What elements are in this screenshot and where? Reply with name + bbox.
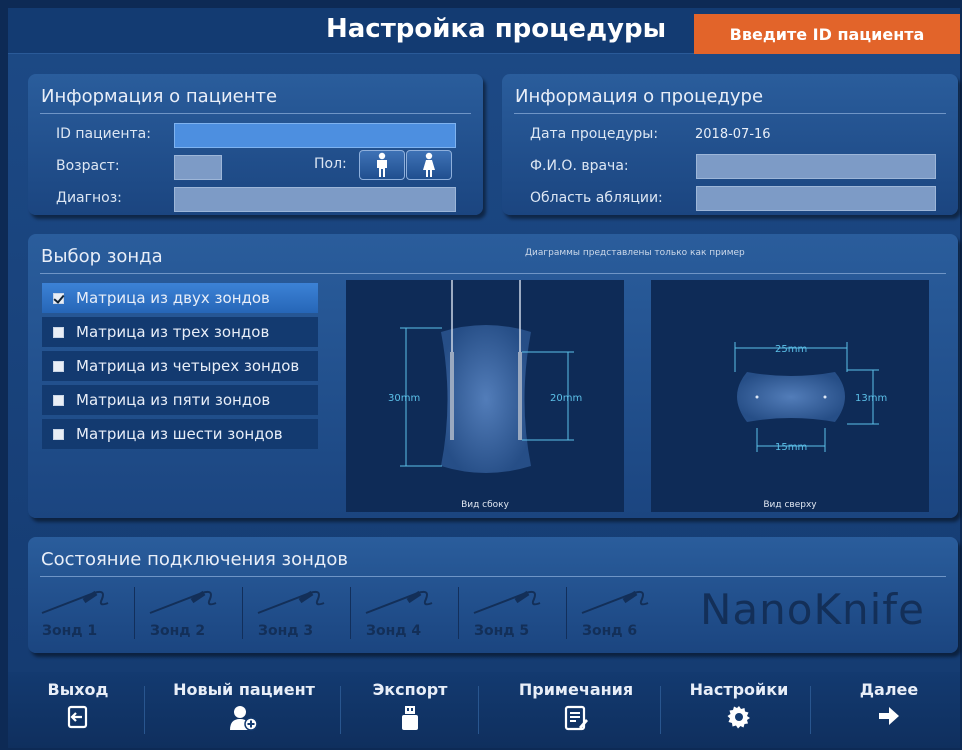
patient-info-panel: Информация о пациенте ID пациента: Возра…: [28, 74, 483, 215]
procedure-info-panel: Информация о процедуре Дата процедуры: 2…: [502, 74, 958, 215]
probe-icon: [149, 590, 217, 614]
probe-selection-title: Выбор зонда: [41, 246, 163, 267]
probe-option-label: Матрица из четырех зондов: [76, 357, 300, 375]
probe-option-5[interactable]: Матрица из пяти зондов: [42, 385, 318, 415]
probe-slot-4: Зонд 4: [352, 587, 460, 643]
side-view-diagram: 30mm 20mm Вид сбоку: [346, 280, 624, 512]
sex-label: Пол:: [314, 156, 347, 172]
header-bar: Настройка процедуры Введите ID пациента: [8, 8, 960, 54]
divider: [514, 113, 946, 114]
probe-option-2[interactable]: Матрица из двух зондов: [42, 283, 318, 313]
top-width-label: 25mm: [775, 344, 807, 355]
notes-icon: [564, 705, 588, 731]
female-button[interactable]: [406, 150, 452, 180]
procedure-info-title: Информация о процедуре: [515, 86, 764, 107]
probe-option-3[interactable]: Матрица из трех зондов: [42, 317, 318, 347]
checkbox[interactable]: [53, 360, 64, 372]
patient-id-input[interactable]: [174, 123, 456, 148]
probe-option-label: Матрица из двух зондов: [76, 289, 270, 307]
export-label: Экспорт: [372, 680, 448, 699]
checkbox[interactable]: [53, 428, 64, 440]
new-patient-button[interactable]: Новый пациент: [166, 672, 322, 748]
probe-option-label: Матрица из трех зондов: [76, 323, 270, 341]
probe-icon: [257, 590, 325, 614]
new-patient-label: Новый пациент: [173, 680, 315, 699]
connection-title: Состояние подключения зондов: [41, 549, 348, 570]
probe-slot-3: Зонд 3: [244, 587, 352, 643]
probe-icon: [365, 590, 433, 614]
settings-label: Настройки: [689, 680, 789, 699]
top-height-label: 13mm: [855, 393, 887, 404]
next-label: Далее: [859, 680, 919, 699]
probe-icon: [41, 590, 109, 614]
ablation-area-input[interactable]: [696, 186, 936, 211]
side-view-caption: Вид сбоку: [461, 500, 509, 510]
side-view-illustration: 30mm 20mm: [388, 280, 582, 473]
probe-option-label: Матрица из пяти зондов: [76, 391, 271, 409]
probe-connection-panel: Состояние подключения зондов Зонд 1 Зонд…: [28, 537, 958, 653]
probe-slot-label: Зонд 3: [258, 623, 314, 639]
age-label: Возраст:: [56, 158, 120, 174]
probe-slot-1: Зонд 1: [28, 587, 136, 643]
probe-slot-label: Зонд 2: [150, 623, 206, 639]
add-user-icon: [230, 706, 258, 731]
usb-drive-icon: [402, 706, 418, 730]
exit-label: Выход: [47, 680, 109, 699]
probe-slot-label: Зонд 5: [474, 623, 530, 639]
top-view-caption: Вид сверху: [763, 500, 817, 510]
enter-patient-id-banner[interactable]: Введите ID пациента: [694, 14, 960, 54]
divider: [40, 576, 946, 577]
notes-label: Примечания: [518, 680, 634, 699]
checkbox-checked[interactable]: [53, 292, 64, 304]
probe-icon: [581, 590, 649, 614]
top-view-diagram: 25mm 13mm 15mm Вид сверху: [651, 280, 929, 512]
settings-button[interactable]: Настройки: [684, 672, 794, 748]
top-view-illustration: 25mm 13mm 15mm: [734, 342, 887, 453]
doctor-name-input[interactable]: [696, 154, 936, 179]
probe-option-4[interactable]: Матрица из четырех зондов: [42, 351, 318, 381]
side-probe-label: 20mm: [550, 393, 582, 404]
probe-slot-label: Зонд 6: [582, 623, 638, 639]
exit-button[interactable]: Выход: [38, 672, 118, 748]
female-icon: [423, 152, 435, 177]
side-height-label: 30mm: [388, 393, 420, 404]
diagram-disclaimer: Диаграммы представлены только как пример: [525, 248, 745, 258]
procedure-setup-screen: Настройка процедуры Введите ID пациента …: [8, 8, 960, 748]
probe-slot-6: Зонд 6: [568, 587, 676, 643]
arrow-right-icon: [879, 707, 899, 725]
nanoknife-logo: NanoKnife: [700, 585, 925, 634]
ablation-area-label: Область абляции:: [530, 190, 663, 206]
next-button[interactable]: Далее: [844, 672, 934, 748]
probe-slot-2: Зонд 2: [136, 587, 244, 643]
exit-icon: [67, 705, 88, 729]
patient-id-label: ID пациента:: [56, 126, 151, 142]
checkbox[interactable]: [53, 394, 64, 406]
diagnosis-input[interactable]: [174, 187, 456, 212]
divider: [40, 113, 471, 114]
divider: [40, 273, 946, 274]
export-button[interactable]: Экспорт: [360, 672, 460, 748]
top-spacing-label: 15mm: [775, 442, 807, 453]
page-title: Настройка процедуры: [326, 14, 667, 44]
age-input[interactable]: [174, 155, 222, 180]
probe-slot-5: Зонд 5: [460, 587, 568, 643]
male-button[interactable]: [359, 150, 405, 180]
male-icon: [377, 152, 387, 177]
probe-option-label: Матрица из шести зондов: [76, 425, 283, 443]
doctor-name-label: Ф.И.О. врача:: [530, 158, 629, 174]
procedure-date-label: Дата процедуры:: [530, 126, 659, 142]
notes-button[interactable]: Примечания: [508, 672, 644, 748]
procedure-date-value: 2018-07-16: [695, 127, 771, 142]
probe-option-6[interactable]: Матрица из шести зондов: [42, 419, 318, 449]
bottom-nav: Выход Новый пациент Экспорт Примечания Н…: [8, 672, 960, 748]
probe-slot-label: Зонд 1: [42, 623, 98, 639]
probe-slot-label: Зонд 4: [366, 623, 422, 639]
gear-icon: [727, 706, 750, 729]
probe-icon: [473, 590, 541, 614]
diagnosis-label: Диагноз:: [56, 190, 122, 206]
checkbox[interactable]: [53, 326, 64, 338]
probe-selection-panel: Выбор зонда Диаграммы представлены тольк…: [28, 234, 958, 518]
patient-info-title: Информация о пациенте: [41, 86, 278, 107]
